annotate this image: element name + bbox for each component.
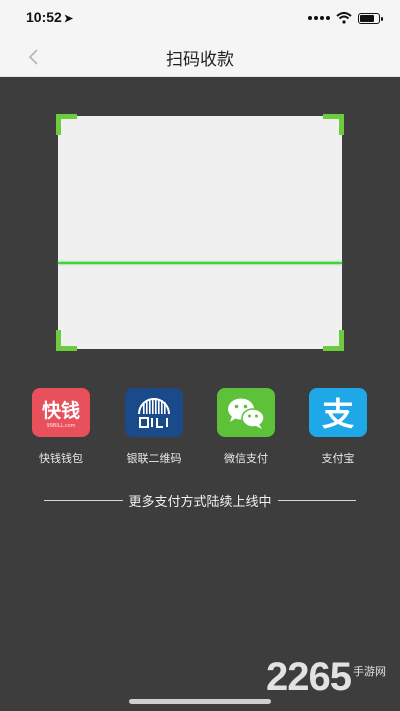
- page-title: 扫码收款: [166, 50, 234, 70]
- kuaiqian-logo-text: 快钱: [42, 399, 80, 422]
- kuaiqian-logo-subtext: 99BILL.com: [46, 423, 75, 429]
- more-methods-notice: 更多支付方式陆续上线中: [44, 491, 357, 510]
- payment-method-kuaiqian[interactable]: 快钱 99BILL.com 快钱钱包: [21, 388, 101, 466]
- alipay-logo-text: 支: [322, 395, 354, 433]
- status-bar: 10:52 ➤: [0, 0, 400, 36]
- wifi-icon: [336, 12, 352, 24]
- alipay-icon: 支: [309, 388, 367, 437]
- wechat-icon: [217, 388, 275, 437]
- divider-right: [277, 499, 357, 501]
- location-arrow-icon: ➤: [63, 13, 74, 25]
- signal-icon: [308, 16, 330, 20]
- payment-method-label: 支付宝: [321, 452, 355, 465]
- payment-method-unionpay[interactable]: 银联二维码: [114, 388, 194, 466]
- scan-line: [58, 262, 342, 264]
- unionpay-qr-icon: [125, 388, 183, 437]
- status-time-text: 10:52: [26, 9, 62, 25]
- status-indicators: [308, 10, 383, 26]
- payment-method-wechat[interactable]: 微信支付: [206, 388, 286, 466]
- home-indicator[interactable]: [129, 699, 271, 704]
- payment-method-label: 银联二维码: [126, 452, 182, 465]
- status-time: 10:52 ➤: [26, 9, 73, 25]
- kuaiqian-logo-icon: 快钱 99BILL.com: [32, 388, 90, 437]
- divider-left: [44, 499, 123, 501]
- scanner-corner-bottom-left: [56, 330, 77, 351]
- watermark-site: 手游网: [353, 665, 386, 678]
- scanner-viewfinder: [56, 114, 344, 351]
- payment-method-alipay[interactable]: 支 支付宝: [298, 388, 378, 466]
- more-methods-text: 更多支付方式陆续上线中: [128, 494, 272, 510]
- payment-method-label: 微信支付: [224, 452, 268, 465]
- scanner-corner-bottom-right: [323, 330, 344, 351]
- payment-method-label: 快钱钱包: [39, 452, 83, 465]
- watermark: 2265 手游网: [266, 657, 386, 697]
- nav-bar: 扫码收款: [0, 36, 400, 77]
- scanner-corner-top-left: [56, 114, 77, 135]
- watermark-digits: 2265: [266, 655, 352, 699]
- battery-icon: [358, 12, 383, 24]
- scanner-corner-top-right: [323, 114, 344, 135]
